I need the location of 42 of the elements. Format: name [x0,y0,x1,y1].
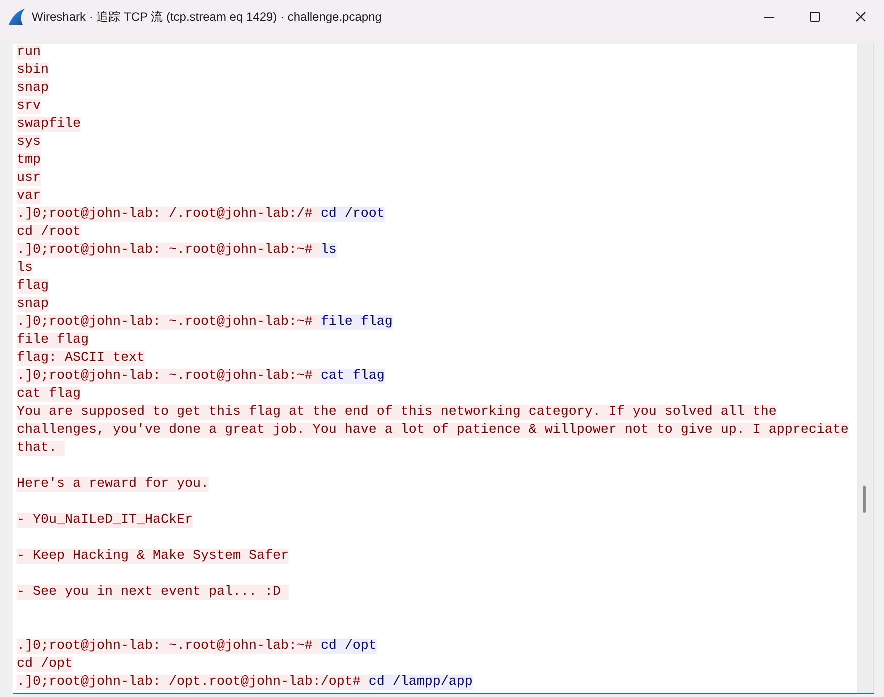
client-text: file flag [320,315,393,330]
server-text: snap [17,81,49,96]
server-text: flag: ASCII text [17,351,145,366]
server-text: sbin [17,63,49,78]
server-text: cat flag [17,387,81,402]
server-text: snap [17,297,49,312]
server-text: srv [17,99,41,114]
server-text: .]0;root@john-lab: /opt.root@john-lab:/opt# [17,675,369,690]
scrollbar-thumb[interactable] [863,486,866,513]
fin-icon [9,9,25,25]
server-text: - Y0u_NaILeD_IT_HaCkEr [17,513,193,528]
server-text: .]0;root@john-lab: /.root@john-lab:/# [17,207,321,222]
server-text: swapfile [17,117,81,132]
close-icon [856,12,866,22]
server-text: var [17,189,41,204]
client-text: ls [320,243,337,258]
server-text: .]0;root@john-lab: ~.root@john-lab:~# [17,639,321,654]
server-text: - See you in next event pal... :D [17,585,289,600]
server-text: usr [17,171,41,186]
client-text: cd /opt [320,639,377,654]
server-text: ls [17,261,33,276]
server-text: tmp [17,153,41,168]
server-text: run [17,45,41,60]
server-text: challenges, you've done a great job. You have a lot of patience & willpower not to give up. I appreciate [17,423,849,438]
server-text: .]0;root@john-lab: ~.root@john-lab:~# [17,315,321,330]
maximize-icon [810,12,820,22]
server-text: .]0;root@john-lab: ~.root@john-lab:~# [17,369,321,384]
server-text: cd /root [17,225,81,240]
server-text: cd /opt [17,657,73,672]
server-text: that. [17,441,65,456]
client-text: cat flag [320,369,385,384]
server-text: .]0;root@john-lab: ~.root@john-lab:~# [17,243,321,258]
server-text: sys [17,135,41,150]
client-text: cd /lampp/app [368,675,473,690]
client-text: cd /root [320,207,385,222]
window-title: Wireshark · 追踪 TCP 流 (tcp.stream eq 1429) · challenge.pcapng [32,9,383,26]
server-text: flag [17,279,49,294]
server-text: file flag [17,333,89,348]
server-text: You are supposed to get this flag at the end of this networking category. If you solved all the [17,405,777,420]
minimize-icon [764,16,774,18]
server-text: Here's a reward for you. [17,477,209,492]
server-text: - Keep Hacking & Make System Safer [17,549,289,564]
